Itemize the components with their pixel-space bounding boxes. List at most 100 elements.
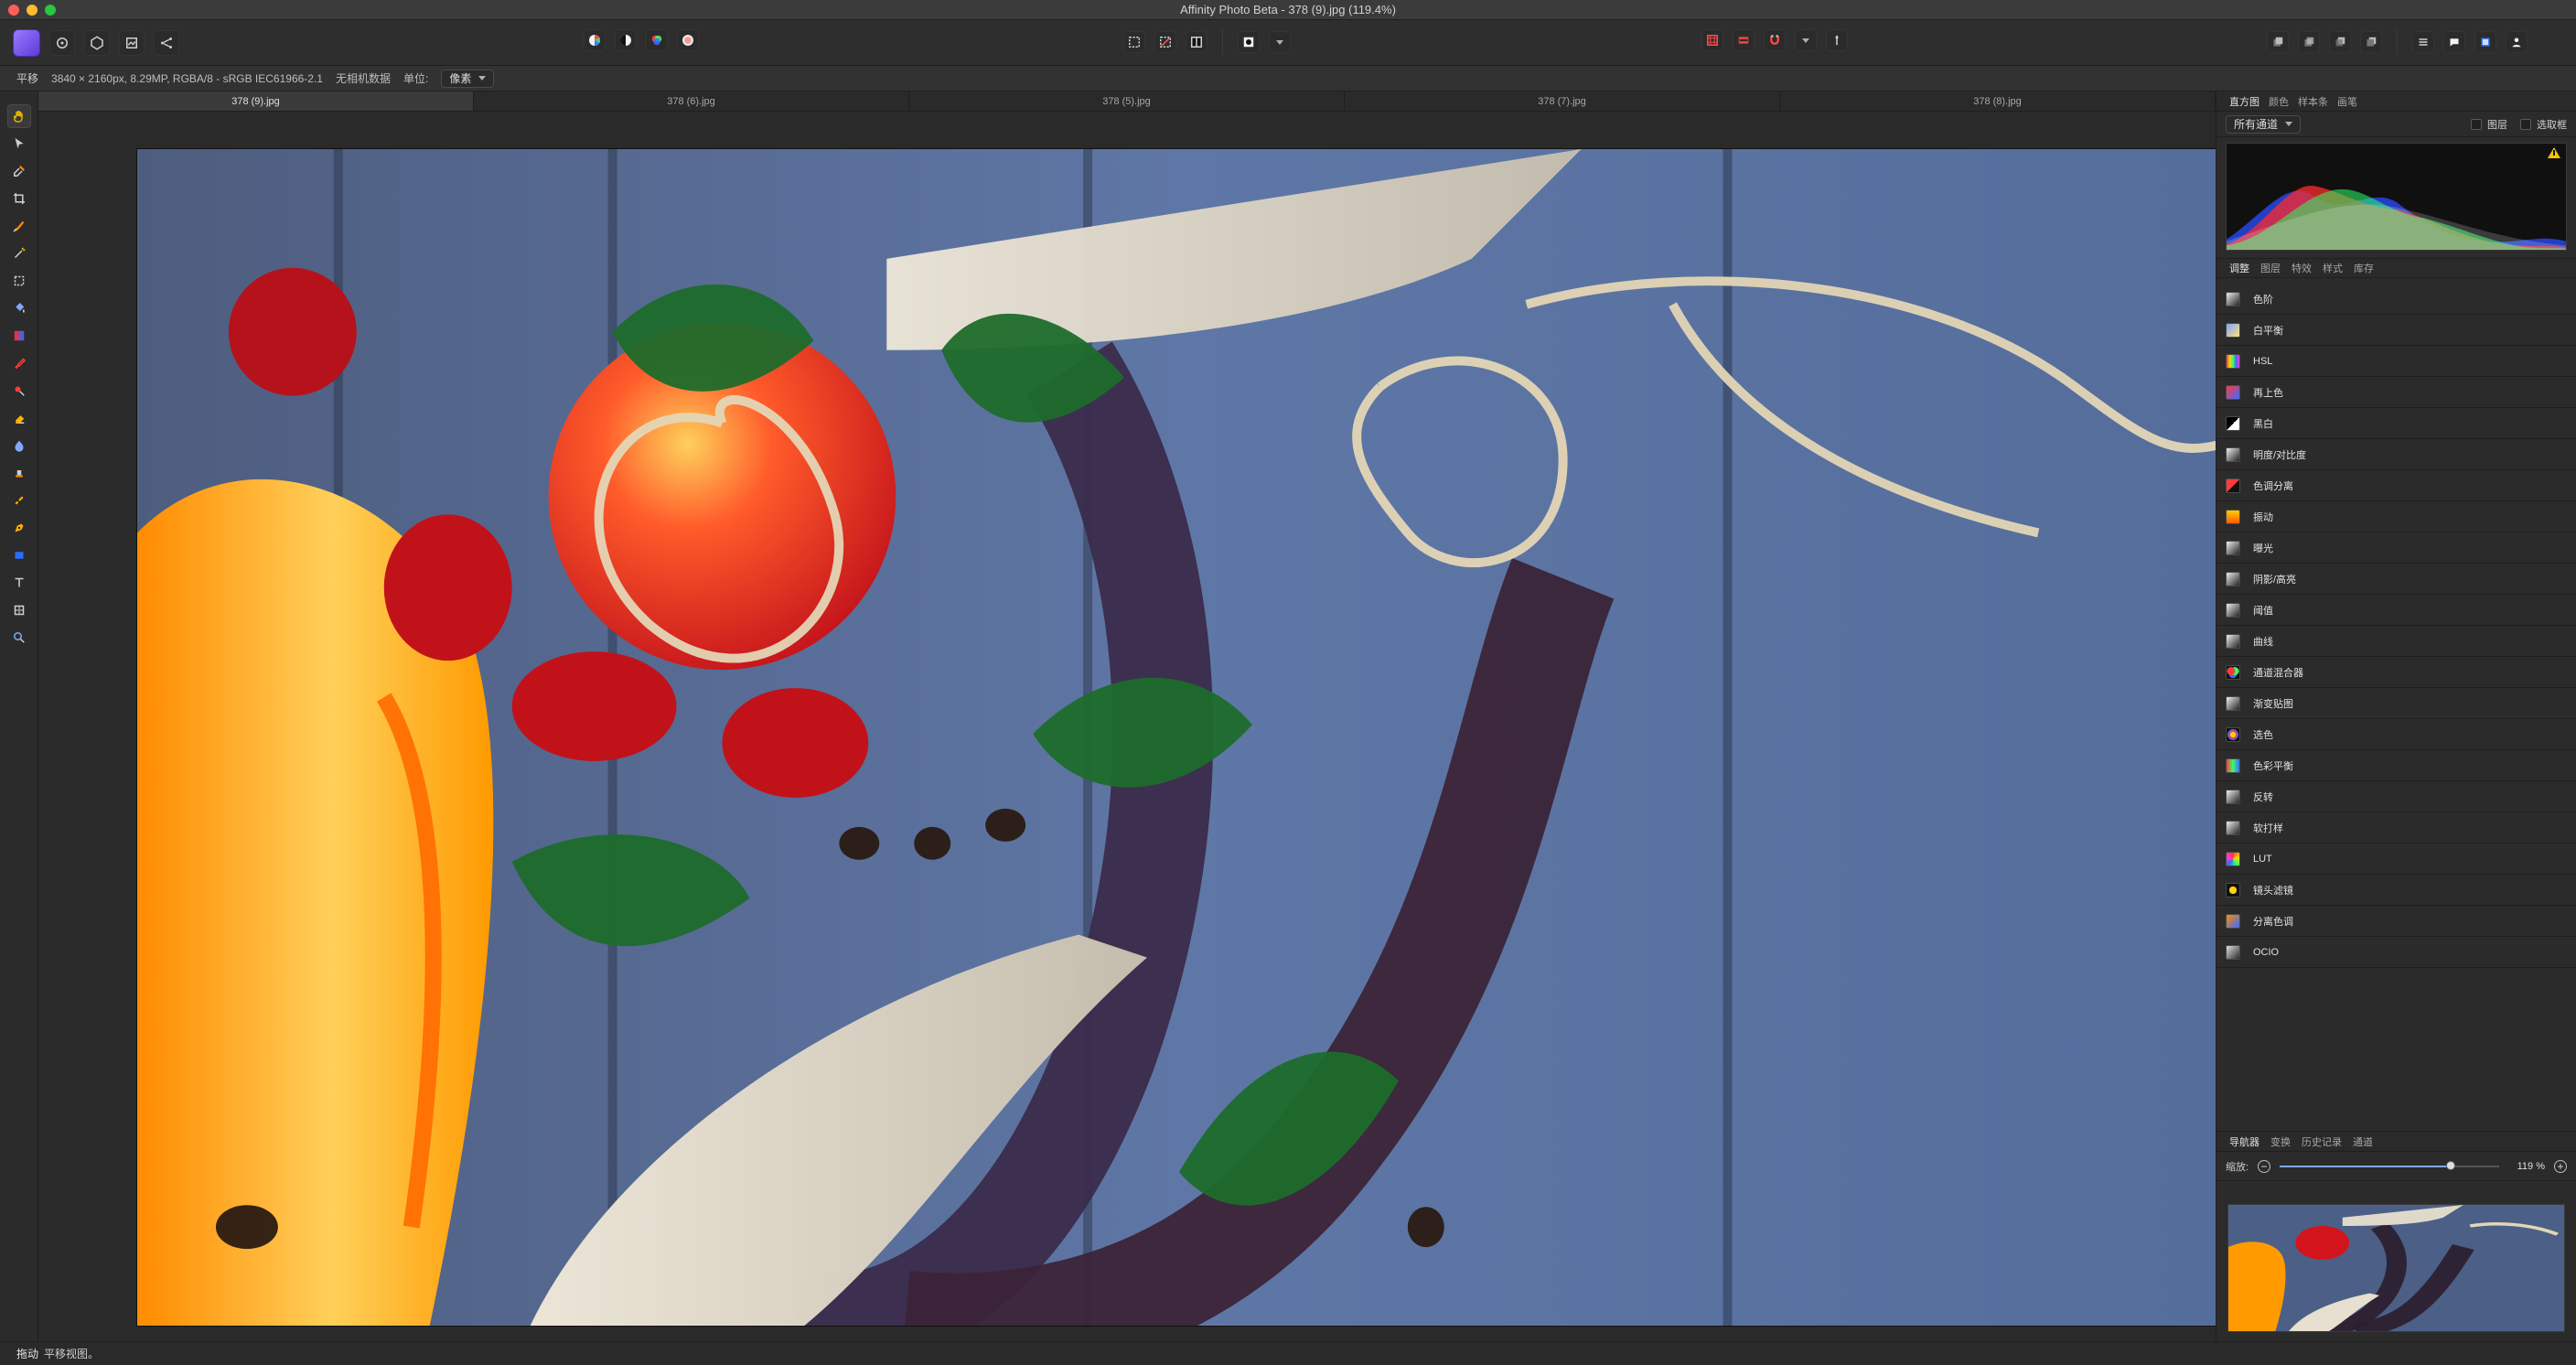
adjustments-panel-tab[interactable]: 图层 xyxy=(2260,261,2281,275)
navigator-panel-tab[interactable]: 导航器 xyxy=(2229,1134,2259,1149)
color-picker-tool[interactable] xyxy=(7,159,31,183)
grid-button[interactable] xyxy=(1701,29,1723,51)
adjustment-item[interactable]: 白平衡 xyxy=(2216,315,2576,346)
gradient-tool[interactable] xyxy=(7,324,31,348)
zoom-in-button[interactable]: + xyxy=(2554,1159,2567,1173)
pen-tool[interactable] xyxy=(7,516,31,540)
quick-mask-menu-button[interactable] xyxy=(1269,31,1291,53)
quick-mask-button[interactable] xyxy=(1238,31,1260,53)
healing-tool[interactable] xyxy=(7,489,31,512)
develop-persona-button[interactable] xyxy=(84,30,110,56)
auto-colors-button[interactable] xyxy=(646,29,668,51)
adjustment-item[interactable]: 黑白 xyxy=(2216,408,2576,439)
adjustment-item[interactable]: 再上色 xyxy=(2216,377,2576,408)
mesh-warp-tool[interactable] xyxy=(7,598,31,622)
adjustment-item[interactable]: 通道混合器 xyxy=(2216,657,2576,688)
studio-menu-button[interactable] xyxy=(2412,31,2434,53)
document-tab[interactable]: 378 (6).jpg xyxy=(474,91,909,111)
arrange-forward-button[interactable] xyxy=(2329,31,2351,53)
zoom-out-button[interactable]: − xyxy=(2258,1159,2271,1173)
arrange-backward-button[interactable] xyxy=(2298,31,2320,53)
deselect-button[interactable] xyxy=(1154,31,1176,53)
adjustment-item[interactable]: 反转 xyxy=(2216,781,2576,812)
blur-tool[interactable] xyxy=(7,434,31,457)
auto-levels-button[interactable] xyxy=(584,29,606,51)
adjustment-item[interactable]: HSL xyxy=(2216,346,2576,377)
adjustments-panel-tab[interactable]: 调整 xyxy=(2229,261,2249,275)
adjustment-item[interactable]: 镜头滤镜 xyxy=(2216,875,2576,906)
snapping-button[interactable] xyxy=(1764,29,1786,51)
adjustment-item[interactable]: 色阶 xyxy=(2216,284,2576,315)
sync-button[interactable] xyxy=(2474,31,2496,53)
navigator-thumbnail[interactable] xyxy=(2227,1204,2565,1332)
layer-checkbox[interactable] xyxy=(2471,118,2482,130)
adjustment-item[interactable]: 色彩平衡 xyxy=(2216,750,2576,781)
paint-brush-tool[interactable] xyxy=(7,351,31,375)
histogram-panel-tab[interactable]: 画笔 xyxy=(2337,94,2357,109)
adjustments-panel-tab[interactable]: 特效 xyxy=(2292,261,2312,275)
selection-brush-tool[interactable] xyxy=(7,214,31,238)
help-button[interactable] xyxy=(2443,31,2465,53)
adjustment-item[interactable]: 渐变贴图 xyxy=(2216,688,2576,719)
image-artboard[interactable] xyxy=(136,148,2216,1327)
arrange-back-button[interactable] xyxy=(2267,31,2289,53)
liquify-persona-button[interactable] xyxy=(49,30,75,56)
navigator-panel-tab[interactable]: 变换 xyxy=(2270,1134,2291,1149)
adjustment-item[interactable]: 曲线 xyxy=(2216,626,2576,657)
assistant-button[interactable] xyxy=(1733,29,1755,51)
shape-tool[interactable] xyxy=(7,543,31,567)
adjustment-item[interactable]: 阈值 xyxy=(2216,595,2576,626)
zoom-slider-knob[interactable] xyxy=(2446,1160,2456,1170)
zoom-tool[interactable] xyxy=(7,626,31,650)
adjustment-item[interactable]: 分离色调 xyxy=(2216,906,2576,937)
adjustment-item[interactable]: 振动 xyxy=(2216,501,2576,532)
adjustment-item[interactable]: 软打样 xyxy=(2216,812,2576,844)
adjustment-item[interactable]: 阴影/高亮 xyxy=(2216,564,2576,595)
rectangular-marquee-tool[interactable] xyxy=(7,269,31,293)
histogram-panel-tab[interactable]: 颜色 xyxy=(2269,94,2289,109)
document-tab[interactable]: 378 (8).jpg xyxy=(1780,91,2216,111)
zoom-slider[interactable] xyxy=(2280,1160,2499,1170)
document-tab[interactable]: 378 (7).jpg xyxy=(1345,91,1780,111)
auto-white-balance-button[interactable] xyxy=(677,29,699,51)
move-tool[interactable] xyxy=(7,132,31,156)
navigator-panel-tab[interactable]: 通道 xyxy=(2353,1134,2373,1149)
arrange-front-button[interactable] xyxy=(2360,31,2382,53)
erase-tool[interactable] xyxy=(7,406,31,430)
navigator-panel-tab[interactable]: 历史记录 xyxy=(2302,1134,2342,1149)
adjustments-panel-tab[interactable]: 样式 xyxy=(2323,261,2343,275)
histogram-panel-tab[interactable]: 直方图 xyxy=(2229,94,2259,109)
adjustment-item[interactable]: 曝光 xyxy=(2216,532,2576,564)
adjustment-item[interactable]: OCIO xyxy=(2216,937,2576,968)
flood-fill-tool[interactable] xyxy=(7,296,31,320)
document-tab[interactable]: 378 (9).jpg xyxy=(38,91,474,111)
adjustments-panel-tab[interactable]: 库存 xyxy=(2354,261,2374,275)
flood-select-tool[interactable] xyxy=(7,242,31,265)
histogram-selection-toggle[interactable]: 选取框 xyxy=(2520,117,2567,132)
clone-tool[interactable] xyxy=(7,461,31,485)
crop-tool[interactable] xyxy=(7,187,31,210)
account-button[interactable] xyxy=(2506,31,2528,53)
snapping-menu-button[interactable] xyxy=(1795,29,1817,51)
text-tool[interactable] xyxy=(7,571,31,595)
histogram-layer-toggle[interactable]: 图层 xyxy=(2471,117,2507,132)
document-tab[interactable]: 378 (5).jpg xyxy=(909,91,1345,111)
pan-tool[interactable] xyxy=(7,104,31,128)
tone-mapping-persona-button[interactable] xyxy=(119,30,145,56)
canvas-area[interactable] xyxy=(38,112,2216,1341)
histogram-channel-select[interactable]: 所有通道 xyxy=(2226,114,2302,134)
select-marquee-button[interactable] xyxy=(1123,31,1145,53)
export-persona-button[interactable] xyxy=(154,30,179,56)
adjustment-item[interactable]: LUT xyxy=(2216,844,2576,875)
photo-persona-icon[interactable] xyxy=(13,29,40,57)
adjustment-item[interactable]: 色调分离 xyxy=(2216,470,2576,501)
adjustment-item[interactable]: 明度/对比度 xyxy=(2216,439,2576,470)
auto-contrast-button[interactable] xyxy=(615,29,637,51)
dodge-burn-tool[interactable] xyxy=(7,379,31,403)
invert-selection-button[interactable] xyxy=(1186,31,1208,53)
align-button[interactable] xyxy=(1826,29,1848,51)
selection-checkbox[interactable] xyxy=(2520,118,2531,130)
adjustment-item[interactable]: 选色 xyxy=(2216,719,2576,750)
histogram-panel-tab[interactable]: 样本条 xyxy=(2298,94,2328,109)
units-select[interactable]: 像素 xyxy=(441,69,495,88)
